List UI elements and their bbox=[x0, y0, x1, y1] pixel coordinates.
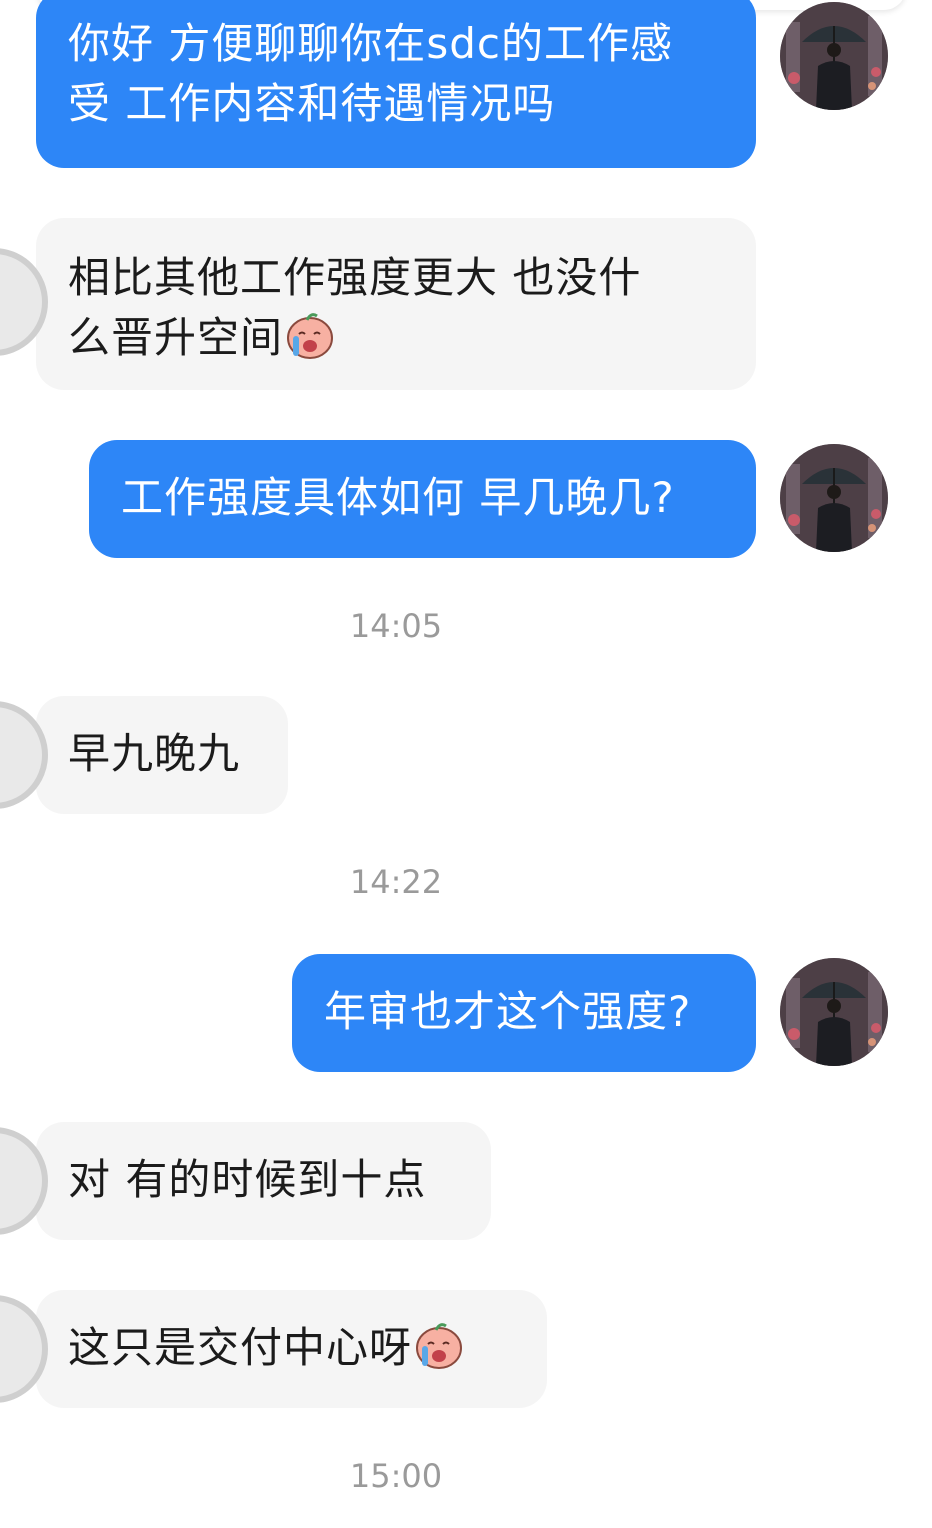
message-text: 年审也才这个强度? bbox=[324, 987, 692, 1036]
timestamp: 14:05 bbox=[349, 607, 443, 645]
man-with-umbrella-avatar-image bbox=[780, 958, 888, 1066]
contact-avatar[interactable] bbox=[0, 1295, 48, 1403]
message-text: 这只是交付中心呀 bbox=[68, 1323, 413, 1372]
man-with-umbrella-avatar-image bbox=[780, 444, 888, 552]
chat-thread[interactable]: 你好 方便聊聊你在sdc的工作感 受 工作内容和待遇情况吗 相比其他工作强度更大… bbox=[0, 0, 932, 1528]
outgoing-message-bubble[interactable]: 年审也才这个强度? bbox=[292, 954, 756, 1072]
incoming-message-bubble[interactable]: 对 有的时候到十点 bbox=[0, 1122, 491, 1240]
message-text: 你好 方便聊聊你在sdc的工作感 受 工作内容和待遇情况吗 bbox=[68, 19, 673, 128]
contact-avatar[interactable] bbox=[0, 248, 48, 356]
my-avatar[interactable] bbox=[780, 2, 888, 110]
message-text: 工作强度具体如何 早几晚几? bbox=[121, 473, 675, 522]
my-avatar[interactable] bbox=[780, 958, 888, 1066]
crying-face-emoji bbox=[416, 1323, 463, 1369]
outgoing-message-bubble[interactable]: 你好 方便聊聊你在sdc的工作感 受 工作内容和待遇情况吗 bbox=[36, 0, 756, 168]
message-text: 相比其他工作强度更大 也没什 么晋升空间 bbox=[68, 253, 642, 362]
man-with-umbrella-avatar-image bbox=[780, 2, 888, 110]
outgoing-message-bubble[interactable]: 工作强度具体如何 早几晚几? bbox=[89, 440, 756, 558]
incoming-message-bubble[interactable]: 相比其他工作强度更大 也没什 么晋升空间 bbox=[0, 218, 756, 390]
timestamp: 15:00 bbox=[349, 1457, 443, 1495]
message-text: 早九晚九 bbox=[68, 729, 241, 778]
crying-face-emoji bbox=[287, 313, 334, 359]
my-avatar[interactable] bbox=[780, 444, 888, 552]
timestamp: 14:22 bbox=[349, 863, 443, 901]
contact-avatar[interactable] bbox=[0, 1127, 48, 1235]
incoming-message-bubble[interactable]: 早九晚九 bbox=[0, 696, 288, 814]
message-text: 对 有的时候到十点 bbox=[68, 1155, 427, 1204]
incoming-message-bubble[interactable]: 这只是交付中心呀 bbox=[0, 1290, 547, 1408]
contact-avatar[interactable] bbox=[0, 701, 48, 809]
